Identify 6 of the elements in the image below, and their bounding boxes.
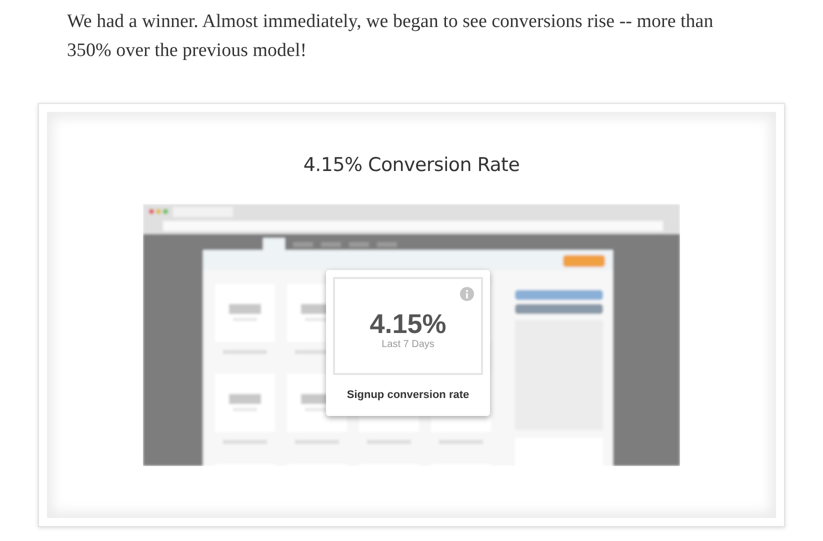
figure-title: 4.15% Conversion Rate — [303, 154, 520, 176]
info-icon — [460, 287, 474, 301]
metric-label: Signup conversion rate — [346, 389, 470, 401]
article-paragraph: We had a winner. Almost immediately, we began to see conversions rise -- more than 350% over the previous model! — [67, 10, 714, 63]
metric-period: Last 7 Days — [382, 338, 434, 350]
metric-value: 4.15% — [370, 308, 446, 338]
